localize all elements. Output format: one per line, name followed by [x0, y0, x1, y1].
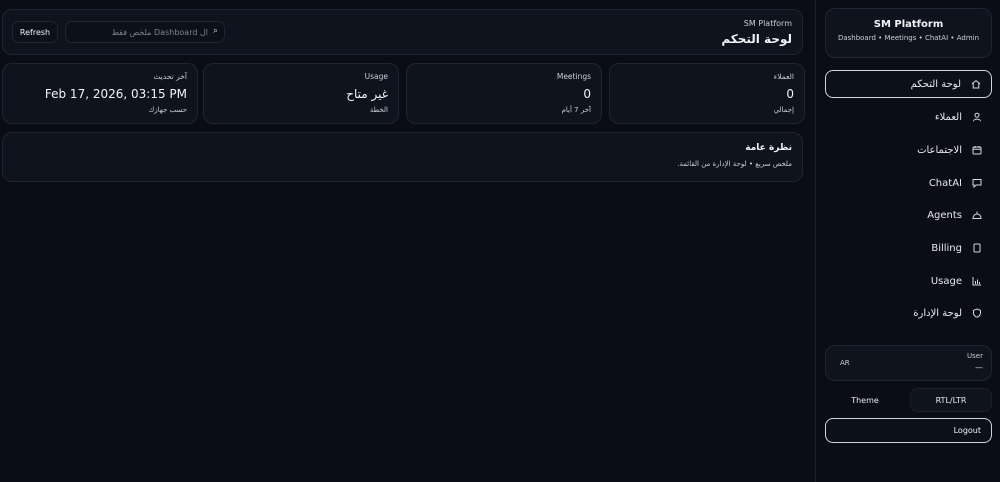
sidebar-item-dashboard[interactable]: لوحة التحكم [825, 70, 992, 98]
brand-title: SM Platform [873, 19, 944, 30]
calendar-icon [972, 145, 982, 155]
stat-value: 0 [583, 87, 591, 101]
search-icon: ⌕ [212, 26, 218, 36]
sidebar: SM Platform Dashboard • Meetings • ChatA… [815, 0, 1000, 482]
sidebar-item-label: لوحة الإدارة [913, 307, 962, 319]
bot-icon [972, 210, 982, 220]
page-header: SM Platform لوحة التحكم Refresh ⌕ [2, 9, 803, 55]
stat-value: غير متاح [346, 87, 388, 101]
stat-label: آخر تحديث [153, 72, 187, 81]
sidebar-item-customers[interactable]: العملاء [825, 103, 992, 131]
stat-sub: حسب جهازك [148, 106, 187, 114]
user-card: User — AR [825, 345, 992, 381]
stat-sub: آخر 7 أيام [561, 106, 591, 114]
refresh-button[interactable]: Refresh [12, 21, 58, 43]
stat-sub: إجمالي [773, 106, 794, 114]
home-icon [971, 79, 981, 89]
sidebar-item-usage[interactable]: Usage [825, 267, 992, 295]
stat-card-customers: العملاء 0 إجمالي [609, 63, 805, 124]
theme-toggle-button[interactable]: Theme [825, 388, 905, 412]
sidebar-item-label: الاجتماعات [917, 144, 962, 156]
language-badge: AR [840, 359, 850, 367]
sidebar-item-admin[interactable]: لوحة الإدارة [825, 299, 992, 327]
stat-card-last-update: آخر تحديث Feb 17, 2026, 03:15 PM حسب جها… [2, 63, 198, 124]
overview-title: نظرة عامة [745, 143, 792, 153]
chart-icon [972, 276, 982, 286]
search-input[interactable] [78, 25, 208, 39]
user-label: User [967, 352, 983, 360]
logout-button[interactable]: Logout [825, 418, 992, 443]
platform-subtitle: SM Platform [743, 19, 792, 28]
overview-card: نظرة عامة ملخص سريع • لوحة الإدارة من ال… [2, 132, 803, 182]
user-value: — [975, 363, 983, 372]
stat-label: Meetings [556, 72, 591, 81]
sidebar-item-label: لوحة التحكم [910, 78, 961, 90]
sidebar-item-billing[interactable]: Billing [825, 234, 992, 262]
rtl-ltr-toggle-button[interactable]: RTL/LTR [910, 388, 992, 412]
brand-card: SM Platform Dashboard • Meetings • ChatA… [825, 8, 992, 58]
sidebar-item-chatai[interactable]: ChatAI [825, 169, 992, 197]
stat-card-meetings: Meetings 0 آخر 7 أيام [406, 63, 602, 124]
overview-subtitle: ملخص سريع • لوحة الإدارة من القائمة. [677, 160, 792, 168]
brand-subtitle: Dashboard • Meetings • ChatAI • Admin [837, 34, 980, 42]
stat-label: Usage [364, 72, 388, 81]
page-title: لوحة التحكم [721, 32, 792, 46]
sidebar-item-label: ChatAI [928, 177, 962, 189]
sidebar-item-label: Billing [931, 242, 962, 254]
sidebar-item-label: Usage [930, 275, 962, 287]
stat-card-usage: Usage غير متاح الخطة [203, 63, 399, 124]
billing-icon [972, 243, 982, 253]
stat-value: 0 [786, 87, 794, 101]
chat-icon [972, 178, 982, 188]
stat-sub: الخطة [369, 106, 388, 114]
stat-value: Feb 17, 2026, 03:15 PM [44, 87, 187, 101]
sidebar-item-agents[interactable]: Agents [825, 201, 992, 229]
sidebar-item-label: العملاء [934, 111, 962, 123]
user-icon [972, 112, 982, 122]
sidebar-item-meetings[interactable]: الاجتماعات [825, 136, 992, 164]
sidebar-item-label: Agents [927, 209, 962, 221]
stat-label: العملاء [773, 72, 794, 81]
search-box[interactable]: ⌕ [65, 21, 225, 43]
shield-icon [972, 308, 982, 318]
